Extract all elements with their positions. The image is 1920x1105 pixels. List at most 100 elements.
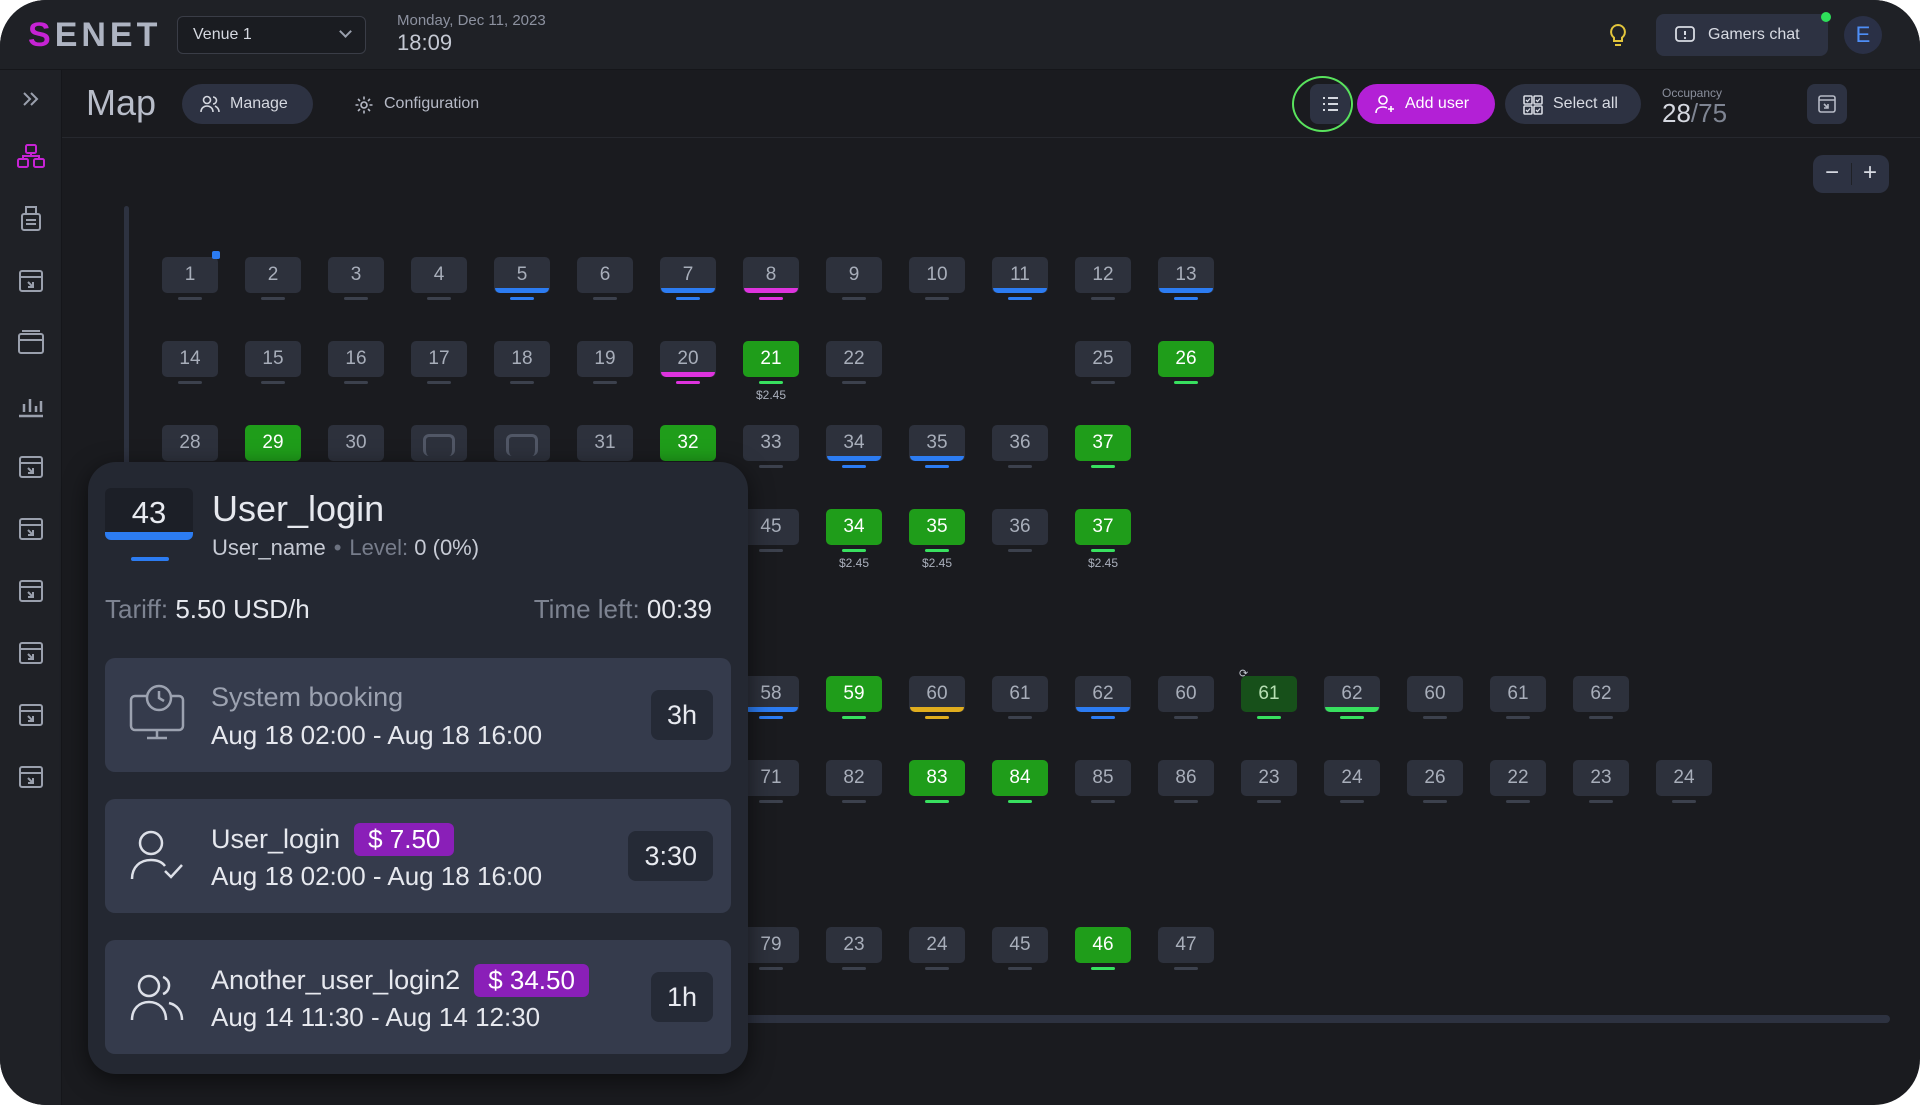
computer-tile[interactable]: 45 [743,509,799,552]
console-station[interactable] [411,425,467,468]
status-bar [910,456,964,461]
computer-tile[interactable]: 60 [909,676,965,719]
computer-tile[interactable]: 10 [909,257,965,300]
window-icon[interactable] [16,328,46,358]
computer-tile[interactable]: 24 [909,927,965,970]
computer-tile[interactable]: 4 [411,257,467,300]
computer-tile[interactable]: 45 [992,927,1048,970]
computer-tile[interactable]: 20 [660,341,716,384]
computer-tile[interactable]: 26 [1407,760,1463,803]
computer-tile[interactable]: 26 [1158,341,1214,384]
computer-tile[interactable]: 23 [826,927,882,970]
computer-tile[interactable]: 22 [826,341,882,384]
computer-tile[interactable]: 2 [245,257,301,300]
computer-tile[interactable]: 23 [1241,760,1297,803]
configuration-button[interactable]: Configuration [342,84,479,124]
computer-tile[interactable]: 31 [577,425,633,468]
computer-tile[interactable]: 15 [245,341,301,384]
computer-tile[interactable]: 62 [1075,676,1131,719]
computer-tile[interactable]: 32 [660,425,716,468]
chevrons-right-icon[interactable] [16,84,46,114]
computer-tile[interactable]: 5 [494,257,550,300]
computer-tile[interactable]: 14 [162,341,218,384]
computer-tile[interactable]: 58 [743,676,799,719]
computer-tile[interactable]: 60 [1158,676,1214,719]
horizontal-scrollbar[interactable] [740,1015,1890,1023]
computer-tile[interactable]: 61 [992,676,1048,719]
computer-tile[interactable]: 16 [328,341,384,384]
plugin-icon[interactable] [16,452,46,482]
plugin-icon[interactable] [16,638,46,668]
computer-tile[interactable]: 62 [1573,676,1629,719]
computer-tile[interactable]: 83 [909,760,965,803]
computer-tile[interactable]: 6 [577,257,633,300]
plugin-icon[interactable] [16,514,46,544]
computer-tile[interactable]: 12 [1075,257,1131,300]
computer-tile[interactable]: 36 [992,425,1048,468]
zoom-out-button[interactable]: − [1813,155,1851,193]
computer-tile[interactable]: 47 [1158,927,1214,970]
computer-tile[interactable]: 82 [826,760,882,803]
computer-tile[interactable]: 30 [328,425,384,468]
plugin-icon[interactable] [16,266,46,296]
computer-tile[interactable]: 9 [826,257,882,300]
plugin-icon[interactable] [16,762,46,792]
computer-tile[interactable]: 18 [494,341,550,384]
computer-tile[interactable]: 86 [1158,760,1214,803]
computer-tile[interactable]: 61 [1490,676,1546,719]
plugin-icon[interactable] [16,576,46,606]
computer-number: 34 [826,425,882,461]
booking-card[interactable]: User_login $ 7.50 Aug 18 02:00 - Aug 18 1… [105,799,731,913]
add-user-label: Add user [1405,95,1470,112]
computer-tile[interactable]: 17 [411,341,467,384]
computer-tile[interactable]: 13 [1158,257,1214,300]
computer-tile[interactable]: 37 $2.45 [1075,509,1131,570]
lightbulb-icon[interactable] [1605,22,1631,50]
zoom-in-button[interactable]: + [1851,155,1889,193]
computer-tile[interactable]: 85 [1075,760,1131,803]
gamers-chat-button[interactable]: Gamers chat [1656,14,1828,56]
computer-tile[interactable]: 3 [328,257,384,300]
computer-tile[interactable]: 35 [909,425,965,468]
manage-button[interactable]: Manage [182,84,313,124]
computer-tile[interactable]: 22 [1490,760,1546,803]
computer-tile[interactable]: 61 ⟳ [1239,668,1297,719]
computer-tile[interactable]: 79 [743,927,799,970]
computer-tile[interactable]: 34 $2.45 [826,509,882,570]
computer-tile[interactable]: 36 [992,509,1048,552]
computer-tile[interactable]: 23 [1573,760,1629,803]
computer-tile[interactable]: 21 $2.45 [743,341,799,402]
computer-tile[interactable]: 35 $2.45 [909,509,965,570]
select-all-button[interactable]: Select all [1505,84,1641,124]
computer-tile[interactable]: 28 [162,425,218,468]
computer-tile[interactable]: 29 [245,425,301,468]
printer-icon[interactable] [16,204,46,234]
computer-tile[interactable]: 59 [826,676,882,719]
bar-chart-icon[interactable] [16,390,46,420]
computer-tile[interactable]: 24 [1656,760,1712,803]
occupancy-details-button[interactable] [1807,84,1847,124]
plugin-icon[interactable] [16,700,46,730]
booking-card[interactable]: Another_user_login2 $ 34.50 Aug 14 11:30 … [105,940,731,1054]
computer-tile[interactable]: 60 [1407,676,1463,719]
computer-tile[interactable]: 1 [162,251,220,300]
map-icon[interactable] [16,142,46,172]
computer-tile[interactable]: 46 [1075,927,1131,970]
computer-tile[interactable]: 24 [1324,760,1380,803]
computer-tile[interactable]: 11 [992,257,1048,300]
computer-tile[interactable]: 19 [577,341,633,384]
computer-tile[interactable]: 8 [743,257,799,300]
venue-select[interactable]: Venue 1 [177,16,366,54]
computer-tile[interactable]: 62 [1324,676,1380,719]
computer-tile[interactable]: 84 [992,760,1048,803]
booking-card[interactable]: System booking Aug 18 02:00 - Aug 18 16:… [105,658,731,772]
computer-tile[interactable]: 7 [660,257,716,300]
add-user-button[interactable]: Add user [1357,84,1495,124]
console-station[interactable] [494,425,550,468]
computer-tile[interactable]: 37 [1075,425,1131,468]
computer-tile[interactable]: 71 [743,760,799,803]
computer-tile[interactable]: 34 [826,425,882,468]
computer-tile[interactable]: 25 [1075,341,1131,384]
computer-tile[interactable]: 33 [743,425,799,468]
avatar[interactable]: E [1844,16,1882,54]
